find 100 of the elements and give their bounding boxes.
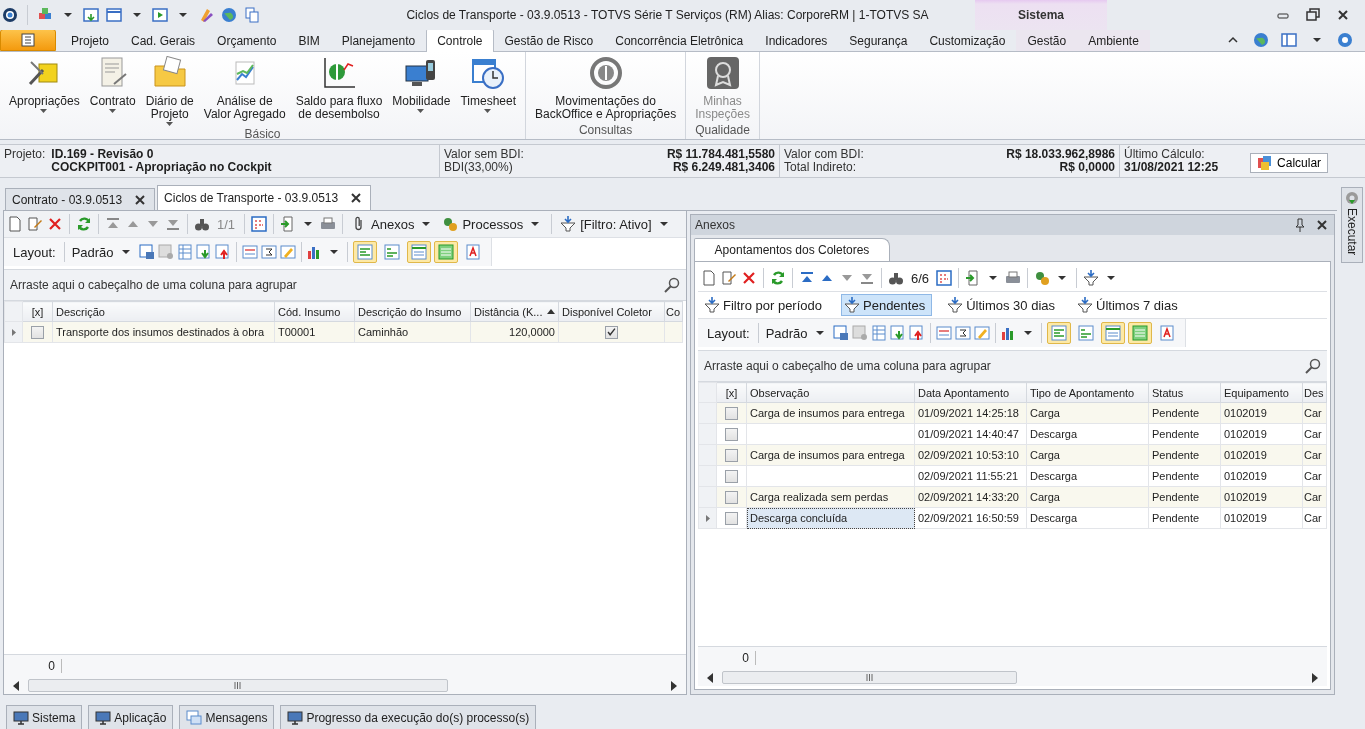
- table-download-icon[interactable]: [889, 325, 906, 341]
- search-icon[interactable]: [1305, 358, 1321, 374]
- quick-filter-button[interactable]: Pendentes: [841, 294, 933, 316]
- save-layout-icon[interactable]: [832, 325, 849, 341]
- table-icon[interactable]: [870, 325, 887, 341]
- new-document-icon[interactable]: [7, 216, 23, 232]
- layout-preset-dropdown[interactable]: Padrão: [69, 241, 136, 263]
- ribbon-tab[interactable]: BIM: [287, 29, 331, 51]
- filter-button[interactable]: [Filtro: Ativo]: [558, 213, 674, 235]
- row-indicator[interactable]: [698, 507, 717, 529]
- columns-icon[interactable]: [241, 244, 258, 260]
- grid-icon[interactable]: [936, 270, 953, 286]
- column-header[interactable]: Distância (K...: [470, 301, 559, 322]
- application-menu-button[interactable]: [0, 29, 56, 51]
- row-indicator[interactable]: [4, 321, 23, 343]
- ribbon-tab[interactable]: Controle: [426, 29, 494, 52]
- refresh-icon[interactable]: [770, 270, 786, 286]
- ribbon-button[interactable]: Apropriações: [4, 52, 85, 127]
- row-checkbox[interactable]: [725, 490, 738, 504]
- view-toggle-button[interactable]: [1100, 322, 1125, 344]
- layout-preset-dropdown[interactable]: Padrão: [763, 322, 830, 344]
- table-upload-icon[interactable]: [214, 244, 231, 260]
- table-download-icon[interactable]: [195, 244, 212, 260]
- column-header[interactable]: Cód. Insumo: [274, 301, 355, 322]
- row-checkbox[interactable]: [31, 325, 44, 339]
- bottom-tab[interactable]: Sistema: [6, 705, 83, 729]
- window-play-icon[interactable]: [152, 7, 168, 23]
- save-layout-icon[interactable]: [138, 244, 155, 260]
- view-toggle-button[interactable]: [1127, 322, 1152, 344]
- ribbon-tab[interactable]: Projeto: [60, 29, 121, 51]
- column-header[interactable]: Status: [1148, 382, 1221, 403]
- scrollbar-thumb[interactable]: [28, 679, 448, 692]
- binoculars-icon[interactable]: [194, 216, 210, 232]
- side-panel-tab[interactable]: Executar: [1341, 187, 1363, 263]
- panel-tab[interactable]: Apontamentos dos Coletores: [694, 238, 890, 261]
- row-checkbox[interactable]: [725, 406, 738, 420]
- processes-button[interactable]: Processos: [440, 213, 546, 235]
- layout-icon[interactable]: [157, 244, 174, 260]
- ribbon-button[interactable]: Mobilidade: [387, 52, 456, 127]
- document-tab[interactable]: Contrato - 03.9.0513: [5, 188, 156, 210]
- view-toggle-button[interactable]: [406, 241, 431, 263]
- column-header[interactable]: Observação: [746, 382, 915, 403]
- ribbon-tab[interactable]: Ambiente: [1077, 29, 1150, 51]
- column-header[interactable]: Descrição do Insumo: [354, 301, 471, 322]
- ribbon-tab[interactable]: Concorrência Eletrônica: [604, 29, 755, 51]
- refresh-icon[interactable]: [76, 216, 92, 232]
- help-icon[interactable]: [1337, 32, 1353, 48]
- summary-icon[interactable]: [260, 244, 277, 260]
- grid-icon[interactable]: [251, 216, 268, 232]
- row-checkbox[interactable]: [725, 469, 738, 483]
- column-header[interactable]: Descrição: [52, 301, 275, 322]
- edit-icon[interactable]: [721, 270, 737, 286]
- view-toggle-button[interactable]: [352, 241, 377, 263]
- ribbon-button[interactable]: Timesheet: [455, 52, 521, 127]
- scrollbar-thumb[interactable]: [722, 671, 1017, 684]
- copy-icon[interactable]: [244, 7, 260, 23]
- ribbon-tab[interactable]: Planejamento: [330, 29, 427, 51]
- table-icon[interactable]: [176, 244, 193, 260]
- column-header[interactable]: Tipo de Apontamento: [1026, 382, 1149, 403]
- ribbon-tab[interactable]: Gestão: [1016, 29, 1078, 51]
- globe-icon[interactable]: [1253, 32, 1269, 48]
- attachments-button[interactable]: Anexos: [349, 213, 437, 235]
- view-toggle-button[interactable]: [1046, 322, 1071, 344]
- quick-filter-button[interactable]: Últimos 30 dias: [944, 294, 1063, 316]
- ribbon-button[interactable]: Movimentações do BackOffice e Apropriações: [530, 52, 682, 123]
- ribbon-tab[interactable]: Customização: [918, 29, 1017, 51]
- ribbon-tab[interactable]: Cad. Gerais: [120, 29, 207, 51]
- edit-icon[interactable]: [27, 216, 43, 232]
- ribbon-tab[interactable]: Segurança: [838, 29, 919, 51]
- document-tab[interactable]: Ciclos de Transporte - 03.9.0513: [157, 185, 372, 210]
- column-header[interactable]: Des: [1302, 382, 1327, 403]
- layout-icon[interactable]: [851, 325, 868, 341]
- quick-filter-button[interactable]: Últimos 7 dias: [1074, 294, 1185, 316]
- column-header[interactable]: Disponível Coletor: [558, 301, 665, 322]
- app-logo-icon[interactable]: [2, 7, 18, 23]
- printer-icon[interactable]: [1005, 270, 1022, 286]
- ribbon-tab[interactable]: Indicadores: [754, 29, 839, 51]
- restore-icon[interactable]: [1305, 7, 1321, 23]
- row-checkbox[interactable]: [725, 511, 738, 525]
- ribbon-button[interactable]: Contrato: [84, 52, 141, 127]
- palette-icon[interactable]: [198, 7, 214, 23]
- printer-icon[interactable]: [320, 216, 337, 232]
- ribbon-tab[interactable]: Gestão de Risco: [493, 29, 605, 51]
- row-checkbox[interactable]: [725, 427, 738, 441]
- window-icon[interactable]: [106, 7, 122, 23]
- row-checkbox[interactable]: [725, 448, 738, 462]
- view-toggle-button[interactable]: [433, 241, 458, 263]
- column-header[interactable]: Equipamento: [1220, 382, 1303, 403]
- ribbon-tab[interactable]: Orçamento: [206, 29, 288, 51]
- ribbon-button[interactable]: Análise de Valor Agregado: [198, 52, 291, 127]
- ribbon-button[interactable]: Diário de Projeto: [140, 52, 199, 127]
- column-header[interactable]: [x]: [22, 301, 53, 322]
- column-header[interactable]: Data Apontamento: [914, 382, 1027, 403]
- search-icon[interactable]: [664, 277, 680, 293]
- filter-icon[interactable]: [1083, 270, 1100, 286]
- new-document-icon[interactable]: [701, 270, 717, 286]
- layout-panel-icon[interactable]: [1281, 32, 1297, 48]
- column-header[interactable]: [x]: [716, 382, 747, 403]
- bottom-tab[interactable]: Aplicação: [88, 705, 174, 729]
- table-upload-icon[interactable]: [908, 325, 925, 341]
